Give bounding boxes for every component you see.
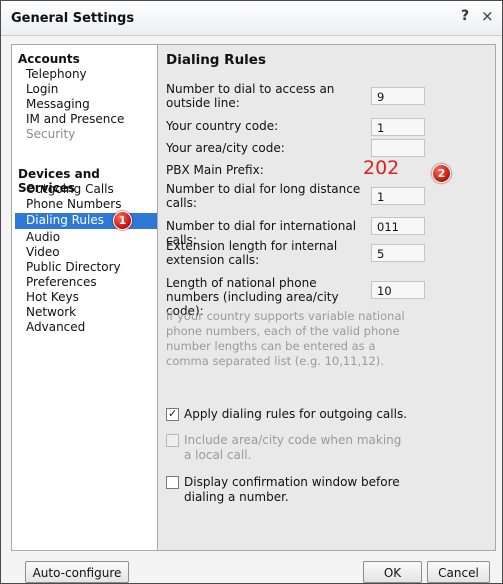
page-title: Dialing Rules xyxy=(166,52,266,68)
title-bar: General Settings ? × xyxy=(1,1,502,36)
sidebar-header-accounts: Accounts xyxy=(18,52,80,66)
outside-line-field[interactable]: 9 xyxy=(371,87,425,105)
close-icon[interactable]: × xyxy=(481,7,494,25)
sidebar-item-hot-keys[interactable]: Hot Keys xyxy=(26,290,79,305)
variable-length-note: If your country supports variable nation… xyxy=(166,309,405,368)
pbx-main-prefix-field[interactable]: 202 xyxy=(363,158,417,178)
dialing-rules-panel: Dialing Rules Number to dial to access a… xyxy=(157,44,496,551)
long-distance-field[interactable]: 1 xyxy=(371,187,425,205)
extension-length-label: Extension length for internal extension … xyxy=(166,239,338,267)
checkmark-icon: ✓ xyxy=(168,407,178,420)
sidebar-item-phone-numbers[interactable]: Phone Numbers xyxy=(26,197,121,212)
auto-configure-button[interactable]: Auto-configure xyxy=(25,561,129,583)
national-length-field[interactable]: 10 xyxy=(371,281,425,299)
sidebar-item-im-and-presence[interactable]: IM and Presence xyxy=(26,112,124,127)
apply-dialing-rules-checkbox[interactable]: ✓ xyxy=(166,407,179,421)
ok-button[interactable]: OK xyxy=(363,561,422,583)
sidebar-item-advanced[interactable]: Advanced xyxy=(26,320,85,335)
sidebar-item-preferences[interactable]: Preferences xyxy=(26,275,97,290)
sidebar-item-network[interactable]: Network xyxy=(26,305,76,320)
help-icon[interactable]: ? xyxy=(461,8,469,24)
include-area-code-label: Include area/city code when making a loc… xyxy=(184,433,402,462)
include-area-code-checkbox xyxy=(166,434,179,447)
outside-line-label: Number to dial to access an outside line… xyxy=(166,82,335,110)
sidebar-item-security: Security xyxy=(26,127,76,141)
confirmation-window-label: Display confirmation window before diali… xyxy=(184,475,400,504)
area-code-label: Your area/city code: xyxy=(166,141,285,155)
apply-dialing-rules-label: Apply dialing rules for outgoing calls. xyxy=(184,407,408,421)
callout-badge-2: 2 xyxy=(432,164,451,183)
settings-sidebar: Accounts Telephony Login Messaging IM an… xyxy=(11,44,158,551)
pbx-main-prefix-label: PBX Main Prefix: xyxy=(166,163,264,177)
confirmation-window-checkbox[interactable] xyxy=(166,476,179,489)
sidebar-item-dialing-rules[interactable]: Dialing Rules xyxy=(15,213,158,229)
sidebar-item-messaging[interactable]: Messaging xyxy=(26,97,90,112)
international-field[interactable]: 011 xyxy=(371,217,425,235)
window-title: General Settings xyxy=(11,11,135,26)
sidebar-item-outgoing-calls[interactable]: Outgoing Calls xyxy=(26,182,114,197)
sidebar-item-login[interactable]: Login xyxy=(26,82,58,97)
sidebar-item-telephony[interactable]: Telephony xyxy=(26,67,87,82)
area-code-field[interactable] xyxy=(371,139,425,157)
sidebar-item-video[interactable]: Video xyxy=(26,245,60,260)
sidebar-item-audio[interactable]: Audio xyxy=(26,230,60,245)
callout-badge-1: 1 xyxy=(113,211,132,230)
sidebar-item-public-directory[interactable]: Public Directory xyxy=(26,260,121,275)
country-code-label: Your country code: xyxy=(166,119,279,133)
long-distance-label: Number to dial for long distance calls: xyxy=(166,182,361,210)
country-code-field[interactable]: 1 xyxy=(371,118,425,136)
general-settings-dialog: General Settings ? × Accounts Telephony … xyxy=(0,0,503,584)
cancel-button[interactable]: Cancel xyxy=(427,561,490,583)
extension-length-field[interactable]: 5 xyxy=(371,244,425,262)
